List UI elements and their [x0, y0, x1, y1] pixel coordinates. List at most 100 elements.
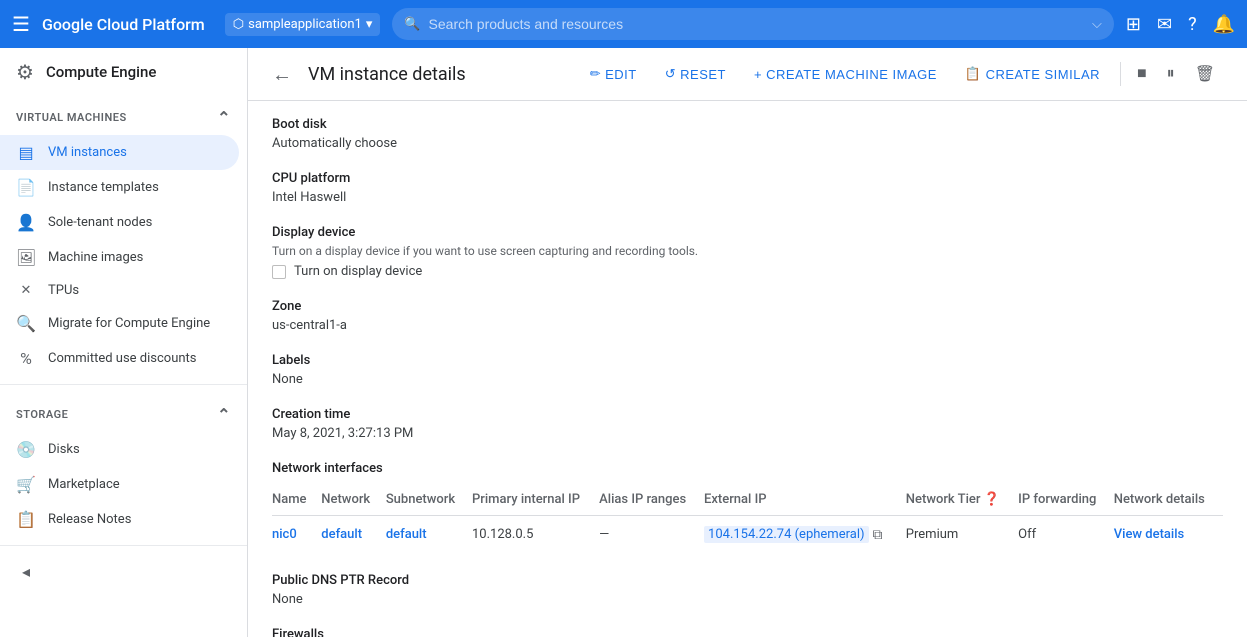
sidebar-item-machine-images[interactable]: 🖼 Machine images — [0, 240, 239, 275]
nic-link[interactable]: nic0 — [272, 527, 297, 542]
project-selector[interactable]: ⬡ sampleapplication1 ▾ — [225, 13, 381, 36]
pause-button[interactable]: ⏸ — [1159, 59, 1183, 89]
topbar-icons: ⊞ ✉ ? 🔔 — [1126, 14, 1235, 35]
storage-section-collapse[interactable]: ⌃ — [217, 405, 231, 424]
public-dns-value: None — [272, 592, 1223, 607]
search-icon: 🔍 — [404, 17, 420, 32]
stop-button[interactable]: ■ — [1129, 59, 1155, 89]
display-device-desc: Turn on a display device if you want to … — [272, 244, 1223, 258]
create-similar-button[interactable]: 📋 CREATE SIMILAR — [953, 60, 1112, 88]
sidebar-item-marketplace[interactable]: 🛒 Marketplace — [0, 467, 239, 502]
tpus-icon: ✕ — [16, 283, 36, 298]
creation-time-label: Creation time — [272, 407, 1223, 422]
storage-section-header: Storage ⌃ — [0, 393, 247, 432]
vm-instances-icon: ▤ — [16, 143, 36, 162]
view-details-link[interactable]: View details — [1114, 527, 1185, 542]
network-interfaces-section: Network interfaces Name Network Subnetwo… — [272, 461, 1223, 553]
network-link[interactable]: default — [321, 527, 362, 542]
labels-label: Labels — [272, 353, 1223, 368]
bell-icon[interactable]: 🔔 — [1213, 14, 1235, 35]
create-machine-image-icon: + — [754, 67, 762, 82]
disks-icon: 💿 — [16, 440, 36, 459]
vm-section-header: Virtual machines ⌃ — [0, 96, 247, 135]
display-device-checkbox-row: Turn on display device — [272, 264, 1223, 279]
create-machine-image-button[interactable]: + CREATE MACHINE IMAGE — [742, 61, 949, 88]
header-actions: ✏ EDIT ↺ RESET + CREATE MACHINE IMAGE 📋 … — [578, 58, 1223, 90]
table-row: nic0 default default 10.128.0.5 — — [272, 516, 1223, 554]
grid-icon[interactable]: ⊞ — [1126, 14, 1141, 35]
cell-name: nic0 — [272, 516, 321, 554]
zone-value: us-central1-a — [272, 318, 1223, 333]
search-bar[interactable]: 🔍 ⌵ — [392, 8, 1114, 40]
product-title: ⚙ Compute Engine — [0, 48, 247, 96]
boot-disk-field: Boot disk Automatically choose — [272, 117, 1223, 151]
col-external-ip: External IP — [704, 484, 906, 516]
labels-value: None — [272, 372, 1223, 387]
external-ip-value: 104.154.22.74 (ephemeral) — [704, 526, 868, 543]
sidebar-item-disks[interactable]: 💿 Disks — [0, 432, 239, 467]
layout: ⚙ Compute Engine Virtual machines ⌃ ▤ VM… — [0, 48, 1247, 637]
labels-field: Labels None — [272, 353, 1223, 387]
col-primary-ip: Primary internal IP — [472, 484, 599, 516]
release-notes-icon: 📋 — [16, 510, 36, 529]
network-tier-help-icon[interactable]: ❓ — [984, 492, 1000, 507]
sidebar-item-committed-discounts[interactable]: % Committed use discounts — [0, 341, 239, 376]
sidebar: ⚙ Compute Engine Virtual machines ⌃ ▤ VM… — [0, 48, 248, 637]
creation-time-field: Creation time May 8, 2021, 3:27:13 PM — [272, 407, 1223, 441]
menu-icon[interactable]: ☰ — [12, 12, 30, 36]
col-network-details: Network details — [1114, 484, 1223, 516]
migrate-icon: 🔍 — [16, 314, 36, 333]
sidebar-item-tpus[interactable]: ✕ TPUs — [0, 275, 239, 306]
page-header: ← VM instance details ✏ EDIT ↺ RESET + C… — [248, 48, 1247, 101]
network-interfaces-table-container: Name Network Subnetwork Primary internal… — [272, 484, 1223, 553]
back-button[interactable]: ← — [272, 62, 292, 87]
app-logo: Google Cloud Platform — [42, 15, 205, 34]
sidebar-item-release-notes[interactable]: 📋 Release Notes — [0, 502, 239, 537]
display-device-label: Display device — [272, 225, 1223, 240]
cell-subnetwork: default — [386, 516, 472, 554]
edit-button[interactable]: ✏ EDIT — [578, 60, 649, 88]
display-device-field: Display device Turn on a display device … — [272, 225, 1223, 279]
public-dns-field: Public DNS PTR Record None — [272, 573, 1223, 607]
boot-disk-value: Automatically choose — [272, 136, 1223, 151]
network-interfaces-label: Network interfaces — [272, 461, 1223, 476]
sidebar-item-migrate[interactable]: 🔍 Migrate for Compute Engine — [0, 306, 239, 341]
delete-button[interactable]: 🗑 — [1187, 58, 1223, 90]
firewalls-field: Firewalls Allow HTTP traffic Allow HTTPS… — [272, 627, 1223, 637]
help-icon[interactable]: ? — [1188, 14, 1197, 35]
col-subnetwork: Subnetwork — [386, 484, 472, 516]
public-dns-label: Public DNS PTR Record — [272, 573, 1223, 588]
actions-divider — [1120, 62, 1121, 86]
copy-ip-icon[interactable]: ⧉ — [873, 527, 883, 543]
reset-icon: ↺ — [665, 66, 676, 82]
creation-time-value: May 8, 2021, 3:27:13 PM — [272, 426, 1223, 441]
external-ip-cell: 104.154.22.74 (ephemeral) ⧉ — [704, 526, 894, 543]
display-device-checkbox[interactable] — [272, 265, 286, 279]
cell-primary-ip: 10.128.0.5 — [472, 516, 599, 554]
reset-button[interactable]: ↺ RESET — [653, 60, 738, 88]
instance-templates-icon: 📄 — [16, 178, 36, 197]
display-device-checkbox-label: Turn on display device — [294, 264, 422, 279]
sidebar-divider — [0, 384, 247, 385]
marketplace-icon: 🛒 — [16, 475, 36, 494]
cell-ip-forwarding: Off — [1018, 516, 1114, 554]
zone-label: Zone — [272, 299, 1223, 314]
sidebar-item-instance-templates[interactable]: 📄 Instance templates — [0, 170, 239, 205]
subnetwork-link[interactable]: default — [386, 527, 427, 542]
collapse-icon: ◂ — [16, 562, 36, 581]
mail-icon[interactable]: ✉ — [1157, 14, 1172, 35]
search-input[interactable] — [429, 16, 1084, 32]
zone-field: Zone us-central1-a — [272, 299, 1223, 333]
sidebar-item-sole-tenant-nodes[interactable]: 👤 Sole-tenant nodes — [0, 205, 239, 240]
edit-icon: ✏ — [590, 66, 601, 82]
project-chevron: ▾ — [366, 17, 373, 32]
col-name: Name — [272, 484, 321, 516]
cpu-platform-field: CPU platform Intel Haswell — [272, 171, 1223, 205]
product-icon: ⚙ — [16, 60, 34, 84]
sidebar-divider-2 — [0, 545, 247, 546]
sidebar-collapse-button[interactable]: ◂ — [0, 554, 239, 589]
vm-section-collapse[interactable]: ⌃ — [217, 108, 231, 127]
col-alias-ip: Alias IP ranges — [599, 484, 704, 516]
sidebar-item-vm-instances[interactable]: ▤ VM instances — [0, 135, 239, 170]
cell-alias-ip: — — [599, 516, 704, 554]
